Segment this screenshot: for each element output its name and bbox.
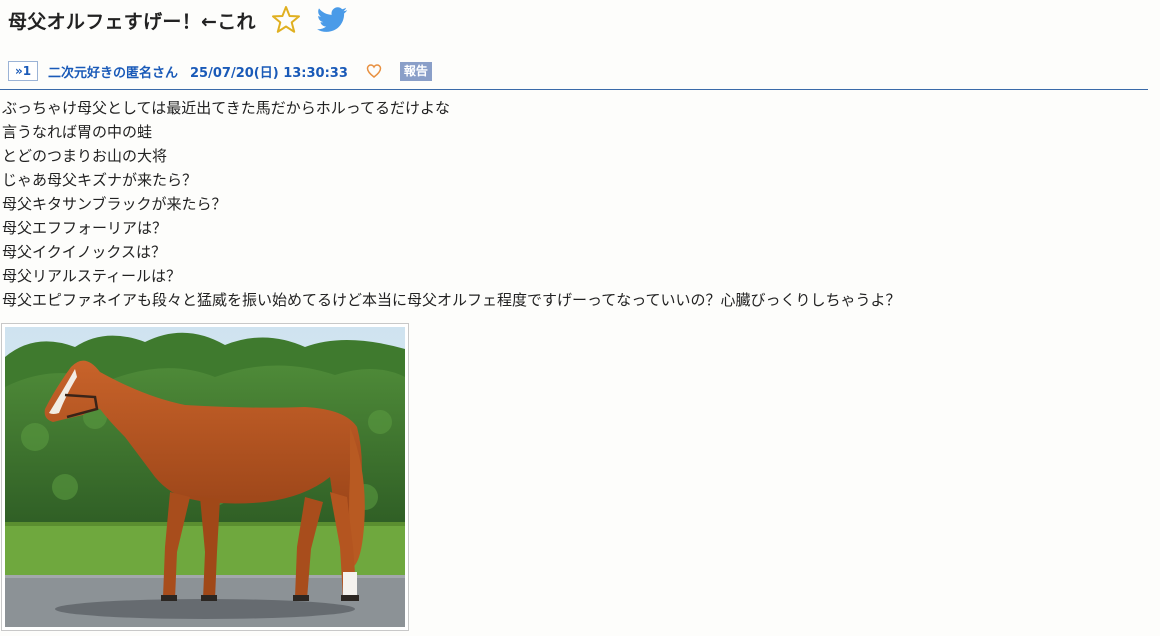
post-image[interactable]: [1, 323, 409, 631]
chestnut-horse-photo: [5, 327, 405, 627]
post-body: ぶっちゃけ母父としては最近出てきた馬だからホルってるだけよな 言うなれば胃の中の…: [2, 96, 1142, 312]
heart-icon[interactable]: [366, 63, 382, 79]
post-line: 言うなれば胃の中の蛙: [2, 123, 153, 141]
post-line: 母父エピファネイアも段々と猛威を振い始めてるけど本当に母父オルフェ程度ですげーっ…: [2, 291, 901, 309]
post-line: じゃあ母父キズナが来たら？: [2, 171, 198, 189]
post-line: 母父キタサンブラックが来たら？: [2, 195, 227, 213]
twitter-icon[interactable]: [316, 6, 348, 34]
post-number-button[interactable]: »1: [8, 61, 38, 81]
thread-header: 母父オルフェすげー！←これ: [8, 0, 1148, 40]
poster-name: 二次元好きの匿名さん: [48, 65, 179, 81]
post-meta: »1 二次元好きの匿名さん 25/07/20(日) 13:30:33 報告: [8, 59, 1148, 83]
post-date: 25/07/20(日) 13:30:33: [190, 65, 348, 81]
post-line: ぶっちゃけ母父としては最近出てきた馬だからホルってるだけよな: [2, 99, 451, 117]
star-icon[interactable]: [270, 4, 302, 36]
post-divider: [0, 89, 1148, 90]
thread-title: 母父オルフェすげー！←これ: [8, 10, 256, 33]
post-line: 母父リアルスティールは？: [2, 267, 181, 285]
post-line: 母父イクイノックスは？: [2, 243, 166, 261]
report-button[interactable]: 報告: [399, 61, 432, 81]
post-line: 母父エフフォーリアは？: [2, 219, 168, 237]
post-line: とどのつまりお山の大将: [2, 147, 168, 165]
